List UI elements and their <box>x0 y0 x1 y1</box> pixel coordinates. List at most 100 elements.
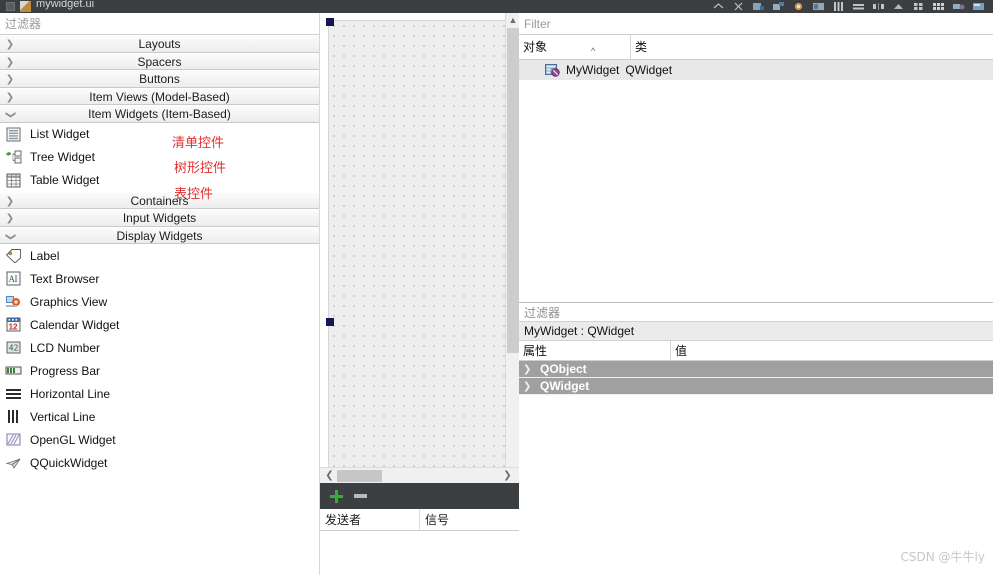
widget-item-table-widget[interactable]: Table Widget <box>0 169 319 192</box>
layout-grid-icon[interactable] <box>912 1 925 12</box>
layout-splitter-v-icon[interactable] <box>892 1 905 12</box>
object-filter-placeholder: Filter <box>524 16 551 31</box>
vertical-line-icon <box>4 408 23 425</box>
widget-category-label: Item Widgets (Item-Based) <box>88 107 231 121</box>
widget-item-label: Calendar Widget <box>30 317 120 332</box>
widget-item-label: QQuickWidget <box>30 455 108 470</box>
property-column-name[interactable]: 属性 <box>519 341 671 360</box>
tree-widget-icon <box>4 149 23 166</box>
widget-category-label: Layouts <box>138 37 181 51</box>
scroll-left-icon[interactable]: ❮ <box>322 468 337 483</box>
edit-buddies-icon[interactable] <box>792 1 805 12</box>
chevron-right-icon: ❯ <box>5 56 15 68</box>
signal-slot-column-signal[interactable]: 信号 <box>420 509 519 530</box>
widget-category-item-widgets[interactable]: ❯ Item Widgets (Item-Based) <box>0 105 319 123</box>
chevron-right-icon: ❯ <box>5 39 15 50</box>
widget-item-list-widget[interactable]: List Widget <box>0 123 319 146</box>
toolbar-left-group: mywidget.ui <box>0 0 94 13</box>
signal-slot-column-sender[interactable]: 发送者 <box>320 509 420 530</box>
widget-category-containers[interactable]: ❯ Containers <box>0 191 319 209</box>
widget-item-lcd-number[interactable]: 42 LCD Number <box>0 336 319 359</box>
resize-handle-left-middle[interactable] <box>326 318 334 326</box>
widget-category-display-widgets[interactable]: ❯ Display Widgets <box>0 226 319 244</box>
chevron-right-icon: ❯ <box>5 91 15 103</box>
widget-box-panel: 过滤器 ❯ Layouts ❯ Spacers ❯ Buttons ❯ Item… <box>0 13 320 575</box>
progress-bar-icon <box>4 362 23 379</box>
widget-category-item-views[interactable]: ❯ Item Views (Model-Based) <box>0 87 319 105</box>
property-group-qobject[interactable]: ❯ QObject <box>519 361 993 378</box>
widget-category-label: Display Widgets <box>116 228 203 243</box>
adjust-size-icon[interactable] <box>972 1 985 12</box>
property-column-value[interactable]: 值 <box>671 341 993 360</box>
widget-box-list: ❯ Layouts ❯ Spacers ❯ Buttons ❯ Item Vie… <box>0 35 319 575</box>
widget-icon <box>545 63 560 77</box>
widget-category-layouts[interactable]: ❯ Layouts <box>0 35 319 53</box>
widget-category-spacers[interactable]: ❯ Spacers <box>0 52 319 70</box>
qt-designer-window: mywidget.ui 过滤器 ❯ Layouts ❯ Spacers ❯ Bu… <box>0 0 993 575</box>
layout-horizontal-icon[interactable] <box>852 1 865 12</box>
canvas-vertical-scrollbar[interactable]: ▲ ▼ <box>505 13 519 483</box>
widget-item-progress-bar[interactable]: Progress Bar <box>0 359 319 382</box>
ui-file-icon <box>20 1 31 12</box>
object-inspector-filter[interactable]: Filter <box>519 13 993 35</box>
widget-item-text-browser[interactable]: AI Text Browser <box>0 267 319 290</box>
object-column-object[interactable]: 对象 ^ <box>519 35 631 59</box>
edit-signals-icon[interactable] <box>772 1 785 12</box>
form-widget-mywidget[interactable] <box>328 20 506 483</box>
property-editor-filter[interactable]: 过滤器 <box>519 302 993 322</box>
layout-vertical-icon[interactable] <box>832 1 845 12</box>
object-inspector-object-class: QWidget <box>625 63 673 77</box>
widget-category-label: Item Views (Model-Based) <box>89 89 230 104</box>
widget-item-label: Graphics View <box>30 294 108 309</box>
property-group-label: QObject <box>540 362 587 376</box>
vertical-scroll-thumb[interactable] <box>507 28 519 353</box>
edit-tab-order-icon[interactable] <box>812 1 825 12</box>
object-inspector-body[interactable] <box>519 80 993 302</box>
widget-category-buttons[interactable]: ❯ Buttons <box>0 70 319 88</box>
table-widget-icon <box>4 172 23 189</box>
widget-item-calendar-widget[interactable]: 12 Calendar Widget <box>0 313 319 336</box>
widget-box-filter[interactable]: 过滤器 <box>0 13 319 35</box>
widget-item-vertical-line[interactable]: Vertical Line <box>0 405 319 428</box>
remove-connection-button[interactable] <box>354 494 367 498</box>
scroll-up-icon[interactable]: ▲ <box>506 13 519 27</box>
horizontal-line-icon <box>4 385 23 402</box>
text-browser-icon: AI <box>4 270 23 287</box>
center-column: ▲ ▼ ❮ ❯ 发送者 信号 <box>320 13 519 575</box>
object-column-class[interactable]: 类 <box>631 35 993 59</box>
horizontal-scroll-thumb[interactable] <box>337 470 382 482</box>
property-group-qwidget[interactable]: ❯ QWidget <box>519 378 993 395</box>
widget-item-horizontal-line[interactable]: Horizontal Line <box>0 382 319 405</box>
widget-item-opengl-widget[interactable]: OpenGL Widget <box>0 428 319 451</box>
widget-item-qquickwidget[interactable]: QQuickWidget <box>0 451 319 474</box>
graphics-view-icon <box>4 293 23 310</box>
close-icon[interactable] <box>732 1 745 12</box>
widget-category-input-widgets[interactable]: ❯ Input Widgets <box>0 209 319 227</box>
break-layout-icon[interactable] <box>952 1 965 12</box>
resize-handle-top-left[interactable] <box>326 18 334 26</box>
canvas-horizontal-scrollbar[interactable]: ❮ ❯ <box>320 467 519 483</box>
object-inspector-object-name: MyWidget <box>566 63 620 77</box>
form-canvas[interactable]: ▲ ▼ <box>320 13 519 483</box>
edit-widgets-icon[interactable] <box>752 1 765 12</box>
object-column-object-label: 对象 <box>523 40 548 54</box>
toolbar-right-group <box>712 1 993 12</box>
collapse-caret-icon[interactable] <box>712 1 725 12</box>
lcd-number-icon: 42 <box>4 339 23 356</box>
widget-item-label: Text Browser <box>30 271 100 286</box>
svg-text:12: 12 <box>8 322 17 331</box>
widget-item-graphics-view[interactable]: Graphics View <box>0 290 319 313</box>
widget-item-label[interactable]: Label <box>0 244 319 267</box>
scroll-right-icon[interactable]: ❯ <box>500 468 515 483</box>
widget-item-tree-widget[interactable]: Tree Widget <box>0 146 319 169</box>
layout-form-icon[interactable] <box>932 1 945 12</box>
chevron-right-icon: ❯ <box>5 74 15 85</box>
add-connection-button[interactable] <box>330 489 343 503</box>
widget-item-label-text: Label <box>30 248 60 263</box>
csdn-watermark: CSDN @牛牛ly <box>900 550 985 564</box>
layout-splitter-h-icon[interactable] <box>872 1 885 12</box>
property-editor-body[interactable] <box>519 395 993 551</box>
signal-slot-body[interactable] <box>320 531 519 575</box>
widget-item-label: Table Widget <box>30 173 100 187</box>
app-icon <box>6 2 15 11</box>
